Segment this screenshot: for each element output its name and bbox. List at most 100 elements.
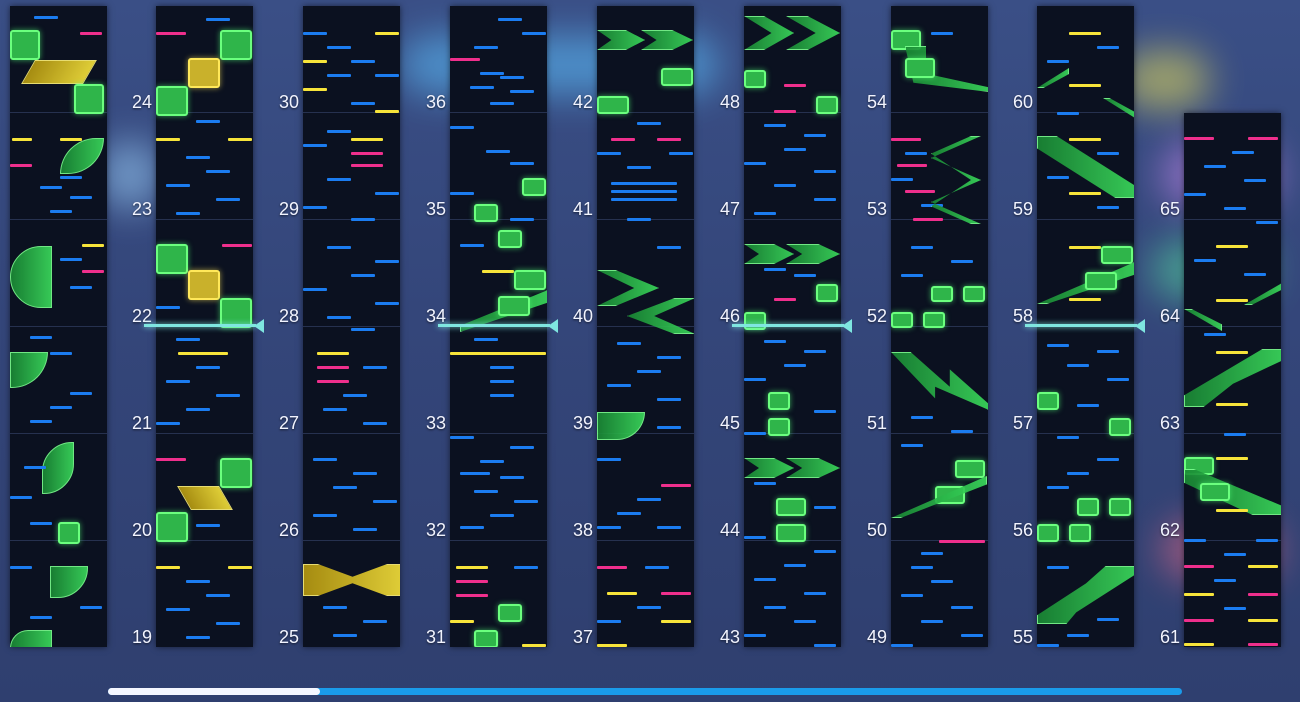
measure-number: 32 bbox=[425, 520, 446, 540]
ex-note bbox=[1184, 619, 1214, 622]
slide-note bbox=[1184, 309, 1222, 331]
tap-note bbox=[480, 72, 504, 75]
chart-column[interactable] bbox=[1184, 113, 1281, 647]
hold-note bbox=[74, 84, 104, 114]
tap-note bbox=[617, 342, 641, 345]
timeline-progress[interactable] bbox=[108, 688, 320, 695]
tap-note bbox=[450, 126, 474, 129]
tap-note bbox=[460, 244, 484, 247]
hold-note bbox=[923, 312, 945, 328]
tap-note bbox=[460, 526, 484, 529]
tap-note bbox=[597, 526, 621, 529]
hold-note bbox=[188, 270, 220, 300]
measure-number: 56 bbox=[1012, 520, 1033, 540]
measure-number: 33 bbox=[425, 413, 446, 433]
timeline-scrollbar[interactable] bbox=[108, 688, 1182, 695]
slide-note bbox=[597, 30, 645, 50]
tap-note bbox=[784, 148, 806, 151]
tap-note bbox=[490, 366, 514, 369]
ex-note bbox=[317, 380, 349, 383]
measure-number: 49 bbox=[866, 627, 887, 647]
tap-note bbox=[1097, 206, 1119, 209]
ex-note bbox=[661, 592, 691, 595]
tap-note bbox=[327, 246, 351, 249]
tap-note bbox=[156, 422, 180, 425]
hold-note bbox=[955, 460, 985, 478]
playhead-arrow-icon[interactable] bbox=[254, 319, 264, 333]
chart-column[interactable] bbox=[303, 6, 400, 647]
chart-column[interactable] bbox=[10, 6, 107, 647]
tap-note bbox=[1224, 553, 1246, 556]
ex-note bbox=[597, 566, 627, 569]
break-note bbox=[1069, 246, 1101, 249]
tap-note bbox=[34, 16, 58, 19]
break-note bbox=[375, 110, 399, 113]
tap-note bbox=[327, 130, 351, 133]
tap-note bbox=[627, 218, 651, 221]
tap-note bbox=[744, 432, 766, 435]
tap-note bbox=[1077, 404, 1099, 407]
measure-number: 50 bbox=[866, 520, 887, 540]
slide-note bbox=[1184, 349, 1281, 407]
tap-note bbox=[657, 246, 681, 249]
tap-note bbox=[474, 46, 498, 49]
chart-column[interactable] bbox=[891, 6, 988, 647]
measure-number: 64 bbox=[1159, 306, 1180, 326]
tap-note bbox=[901, 444, 923, 447]
tap-note bbox=[303, 32, 327, 35]
ex-note bbox=[156, 32, 186, 35]
tap-note bbox=[627, 166, 651, 169]
slide-note bbox=[10, 352, 48, 388]
break-note bbox=[351, 138, 383, 141]
measure-number: 55 bbox=[1012, 627, 1033, 647]
tap-note bbox=[911, 566, 933, 569]
tap-note bbox=[804, 592, 826, 595]
slide-note bbox=[641, 30, 693, 50]
tap-note bbox=[474, 490, 498, 493]
hold-note bbox=[931, 286, 953, 302]
tap-note bbox=[804, 134, 826, 137]
hold-note bbox=[1109, 418, 1131, 436]
measure-number: 35 bbox=[425, 199, 446, 219]
measure-number: 44 bbox=[719, 520, 740, 540]
break-note bbox=[1216, 403, 1248, 406]
playhead-arrow-icon[interactable] bbox=[842, 319, 852, 333]
tap-note bbox=[764, 340, 786, 343]
playhead-arrow-icon[interactable] bbox=[1135, 319, 1145, 333]
tap-note bbox=[611, 190, 677, 193]
tap-note bbox=[498, 18, 522, 21]
measure-number: 38 bbox=[572, 520, 593, 540]
tap-note bbox=[375, 260, 399, 263]
measure-number: 51 bbox=[866, 413, 887, 433]
ex-note bbox=[450, 58, 480, 61]
ex-note bbox=[611, 138, 635, 141]
tap-note bbox=[10, 496, 32, 499]
break-note bbox=[1069, 298, 1101, 301]
tap-note bbox=[351, 328, 375, 331]
hold-note bbox=[891, 312, 913, 328]
tap-note bbox=[1047, 344, 1069, 347]
ex-note bbox=[913, 218, 943, 221]
tap-note bbox=[363, 620, 387, 623]
break-note bbox=[60, 138, 82, 141]
break-note bbox=[375, 32, 399, 35]
tap-note bbox=[50, 210, 72, 213]
tap-note bbox=[1097, 350, 1119, 353]
tap-note bbox=[327, 316, 351, 319]
ex-note bbox=[80, 32, 102, 35]
playhead-arrow-icon[interactable] bbox=[548, 319, 558, 333]
tap-note bbox=[351, 102, 375, 105]
ex-note bbox=[351, 152, 383, 155]
measure-number: 20 bbox=[131, 520, 152, 540]
chart-column[interactable] bbox=[597, 6, 694, 647]
tap-note bbox=[351, 218, 375, 221]
tap-note bbox=[196, 366, 220, 369]
tap-note bbox=[206, 18, 230, 21]
hold-note bbox=[816, 284, 838, 302]
tap-note bbox=[744, 536, 766, 539]
tap-note bbox=[176, 212, 200, 215]
tap-note bbox=[1097, 458, 1119, 461]
break-note bbox=[1216, 509, 1248, 512]
measure-number: 28 bbox=[278, 306, 299, 326]
tap-note bbox=[1067, 472, 1089, 475]
